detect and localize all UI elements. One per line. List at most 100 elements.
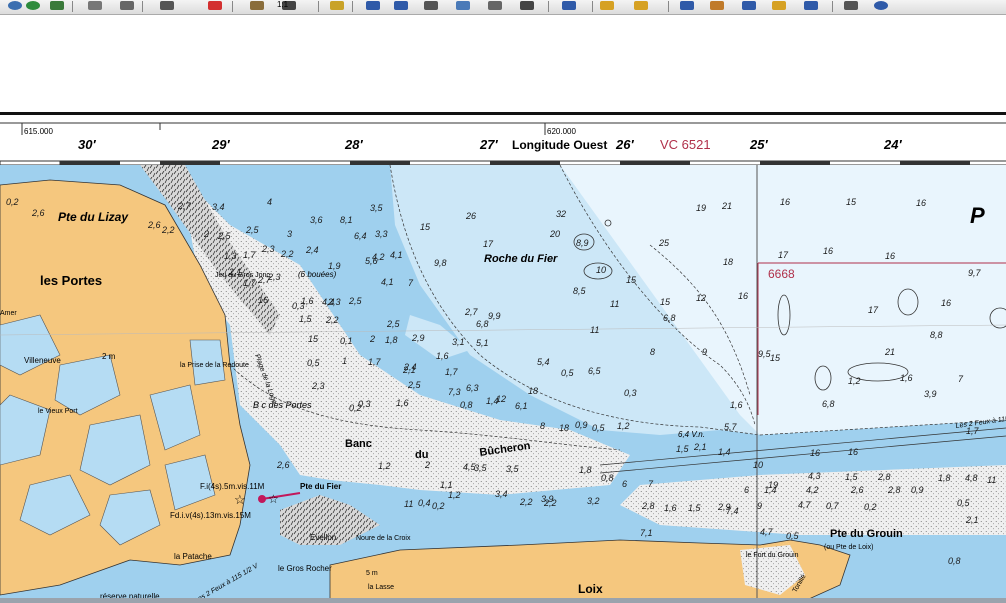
print-icon[interactable] [120, 1, 134, 10]
place-noure-croix: Noure de la Croix [356, 535, 411, 542]
sounding: 5,6 [365, 256, 378, 266]
sounding: 1,4 [718, 447, 731, 457]
edit-icon[interactable] [488, 1, 502, 10]
sounding: 21 [884, 347, 895, 357]
sounding: 2,3 [261, 244, 275, 254]
sounding: 0,8 [601, 473, 614, 483]
place-light1: F.i(4s).5m.vis.11M [200, 482, 265, 491]
sounding: 2,5 [348, 296, 363, 306]
sounding: 3,4 [495, 489, 508, 499]
settings-icon[interactable] [844, 1, 858, 10]
window-icon[interactable] [424, 1, 438, 10]
layers-icon[interactable] [456, 1, 470, 10]
toolbar-separator [548, 1, 549, 12]
place-pte-grouin: Pte du Grouin [830, 528, 903, 540]
sounding: 0,3 [358, 399, 371, 409]
help-icon[interactable] [874, 1, 888, 10]
import-icon[interactable] [804, 1, 818, 10]
sounding: 2,5 [386, 319, 401, 329]
list-icon[interactable] [160, 1, 174, 10]
nautical-chart[interactable]: 615.000 620.000 30′ 29′ 28′ 27′ 26′ 25′ 24′ Lo… [0, 15, 1006, 603]
sounding: 18 [559, 423, 569, 433]
sounding: 18 [723, 257, 733, 267]
sounding: 16 [810, 448, 820, 458]
display-icon[interactable] [742, 1, 756, 10]
place-jeu-gros-jonc: Jeu du Gros Jonc [215, 272, 270, 279]
sounding: 2,1 [965, 515, 979, 525]
sounding: 1 [342, 356, 347, 366]
sounding: 0,2 [864, 502, 877, 512]
sounding: 6,8 [663, 313, 676, 323]
sounding: 1,6 [396, 398, 409, 408]
longitude-label: 26′ [615, 137, 634, 152]
close-icon[interactable] [208, 1, 222, 10]
sounding: 1,7 [368, 357, 382, 367]
info-icon[interactable] [562, 1, 576, 10]
place-cinq-m: 5 m [366, 570, 378, 577]
place-vieux-port: le Vieux Port [38, 408, 78, 415]
binoculars-icon[interactable] [680, 1, 694, 10]
sounding: 15 [420, 222, 431, 232]
sounding: 0,9 [911, 485, 924, 495]
toolbar-separator [592, 1, 593, 12]
save-icon[interactable] [50, 1, 64, 10]
sounding: 0,5 [592, 423, 606, 433]
sounding: 5,4 [537, 357, 550, 367]
sounding: 2,3 [311, 381, 325, 391]
printer-icon[interactable] [710, 1, 724, 10]
sounding: 1,2 [448, 490, 461, 500]
longitude-label: 27′ [479, 137, 498, 152]
dropdown-icon[interactable] [520, 1, 534, 10]
sounding: 16 [738, 291, 748, 301]
sounding: 9,9 [488, 311, 501, 321]
sounding: 3,1 [452, 337, 465, 347]
sounding: 2,9 [717, 502, 731, 512]
sounding: 3,3 [375, 229, 388, 239]
sounding: 0,4 [418, 498, 431, 508]
sounding: 2,2 [280, 249, 294, 259]
forward-icon[interactable] [394, 1, 408, 10]
sounding: 17 [868, 305, 879, 315]
toolbar-separator [352, 1, 353, 12]
back-icon[interactable] [366, 1, 380, 10]
sounding: 18 [528, 386, 538, 396]
sounding: 4,3 [808, 471, 821, 481]
sounding: 1,7 [243, 250, 257, 260]
sounding: 10 [753, 460, 763, 470]
sounding: 8,9 [576, 238, 589, 248]
page-icon[interactable] [88, 1, 102, 10]
globe-icon[interactable] [8, 1, 22, 10]
sounding: 8 [540, 421, 545, 431]
sounding: 16 [258, 295, 268, 305]
sounding: 16 [916, 198, 926, 208]
sounding: 3,5 [370, 203, 384, 213]
folder-icon[interactable] [634, 1, 648, 10]
sounding: 4,1 [390, 250, 403, 260]
zoom-icon[interactable] [250, 1, 264, 10]
pan-icon[interactable] [330, 1, 344, 10]
sounding: 1,3 [224, 251, 237, 261]
place-light2: Fd.i.v(4s).13m.vis.15M [170, 511, 251, 520]
sounding: 8,1 [340, 215, 353, 225]
sounding: 3,5 [506, 464, 520, 474]
sounding: 1,8 [385, 335, 398, 345]
sounding: 5,7 [724, 422, 738, 432]
place-six-bouees: (6 bouées) [298, 270, 337, 279]
folder-open-icon[interactable] [600, 1, 614, 10]
sounding: 2,4 [403, 362, 417, 372]
sounding: 26 [465, 211, 476, 221]
sounding: 1,8 [579, 465, 592, 475]
sounding: 2,3 [327, 297, 341, 307]
refresh-icon[interactable] [26, 1, 40, 10]
chart-ref-6668: 6668 [768, 267, 795, 281]
sounding: 17 [483, 239, 494, 249]
sounding: 2,8 [641, 501, 655, 511]
place-pte-lizay: Pte du Lizay [58, 210, 129, 224]
sounding: 2,2 [161, 225, 175, 235]
sounding: 32 [556, 209, 566, 219]
sounding: 4 [267, 197, 272, 207]
sounding: 16 [941, 298, 951, 308]
sounding: 6,5 [588, 366, 602, 376]
export-icon[interactable] [772, 1, 786, 10]
longitude-label: 24′ [883, 137, 902, 152]
